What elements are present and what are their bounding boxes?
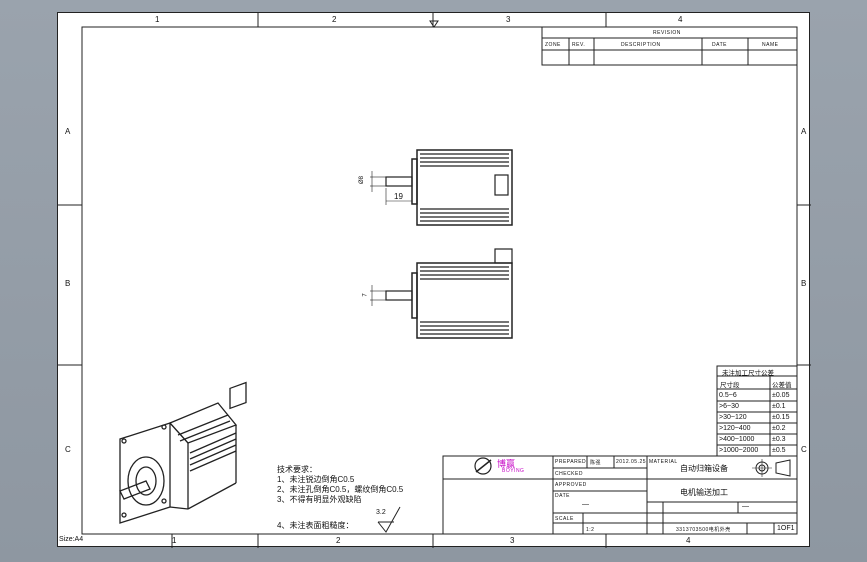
tolerance-col-range: 尺寸段 [720,382,740,389]
weight-value: — [742,503,749,510]
tolerance-range-1: 0.5~6 [719,392,737,399]
dim-shaft-diameter: Ø8 [359,175,366,185]
scale-value: 1:2 [586,527,595,533]
zone-row-b: B [65,279,71,288]
sheet-size-label: Size:A4 [59,536,84,543]
revision-col-name: NAME [762,42,779,48]
zone-row-b-right: B [801,279,807,288]
sheet-number: 1OF1 [777,525,795,532]
zone-col-4-bottom: 4 [686,536,691,545]
zone-col-3-bottom: 3 [510,536,515,545]
scale-label: SCALE [555,516,574,522]
zone-col-1-bottom: 1 [172,536,177,545]
checked-label: CHECKED [555,471,583,477]
revision-col-description: DESCRIPTION [621,42,661,48]
zone-col-1: 1 [155,15,160,24]
tolerance-col-value: 公差值 [772,382,792,389]
revision-col-date: DATE [712,42,727,48]
zone-row-a: A [65,127,71,136]
zone-col-2-bottom: 2 [336,536,341,545]
zone-row-a-right: A [801,127,807,136]
tolerance-range-2: >6~30 [719,403,739,410]
zone-col-2: 2 [332,15,337,24]
revision-col-rev: REV. [572,42,586,48]
tolerance-value-2: ±0.1 [772,403,786,410]
tolerance-title: 未注加工尺寸公差 [722,370,774,377]
zone-col-4: 4 [678,15,683,24]
date-value: 2012.05.25 [616,459,647,465]
note-item-3: 3、不得有明显外观缺陷 [277,495,362,504]
revision-col-zone: ZONE [545,42,561,48]
approved-label: APPROVED [555,482,587,488]
material-label: MATERIAL [649,459,678,465]
dim-shaft-length: 19 [394,192,403,201]
zone-row-c: C [65,445,71,454]
tolerance-range-6: >1000~2000 [719,447,759,454]
note-item-4: 4、未注表面粗糙度： [277,521,354,530]
part-name: 电机输送加工 [680,488,728,497]
tolerance-value-4: ±0.2 [772,425,786,432]
tolerance-range-4: >120~400 [719,425,751,432]
designer-value: 陈强 [590,460,602,466]
zone-col-3: 3 [506,15,511,24]
drawing-number: 3313703500电机外壳 [676,527,731,533]
revision-title: REVISION [653,30,681,36]
prepared-label: PREPARED [555,459,587,465]
company-logo-sub: BOYING [502,468,525,474]
drawing-sheet[interactable]: 1 2 3 4 1 2 3 4 A B C A B C REVISION ZON… [57,12,811,548]
tolerance-value-1: ±0.05 [772,392,790,399]
material-value: — [582,501,589,508]
tolerance-value-3: ±0.15 [772,414,790,421]
tolerance-range-3: >30~120 [719,414,747,421]
tolerance-value-5: ±0.3 [772,436,786,443]
date-label: DATE [555,493,570,499]
company-name: 自动归箱设备 [680,464,728,473]
tolerance-range-5: >400~1000 [719,436,755,443]
roughness-value: 3.2 [376,509,386,516]
tolerance-value-6: ±0.5 [772,447,786,454]
zone-row-c-right: C [801,445,807,454]
dim-flat: 7 [362,293,369,297]
